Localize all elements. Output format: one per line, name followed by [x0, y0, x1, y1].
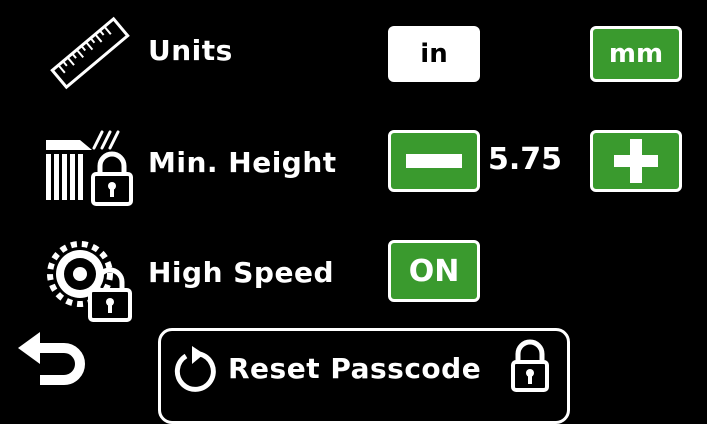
high-speed-toggle[interactable]: ON: [388, 240, 480, 302]
increase-height-button[interactable]: [590, 130, 682, 192]
decrease-height-button[interactable]: [388, 130, 480, 192]
ruler-icon: [50, 16, 130, 90]
units-mm-button[interactable]: mm: [590, 26, 682, 82]
units-in-button[interactable]: in: [388, 26, 480, 82]
reset-icon: [174, 346, 216, 392]
back-arrow-icon[interactable]: [14, 330, 86, 394]
plus-icon: [614, 139, 658, 183]
reset-passcode-label: Reset Passcode: [228, 352, 482, 385]
min-height-label: Min. Height: [148, 146, 337, 179]
grass-height-lock-icon: [46, 130, 133, 206]
settings-screen: Units in mm Min. Height 5.75 High Speed …: [0, 0, 707, 424]
padlock-icon: [511, 339, 549, 392]
gear-lock-icon: [47, 241, 132, 322]
units-label: Units: [148, 34, 233, 67]
high-speed-label: High Speed: [148, 256, 334, 289]
min-height-value: 5.75: [488, 142, 563, 177]
minus-icon: [406, 154, 462, 168]
